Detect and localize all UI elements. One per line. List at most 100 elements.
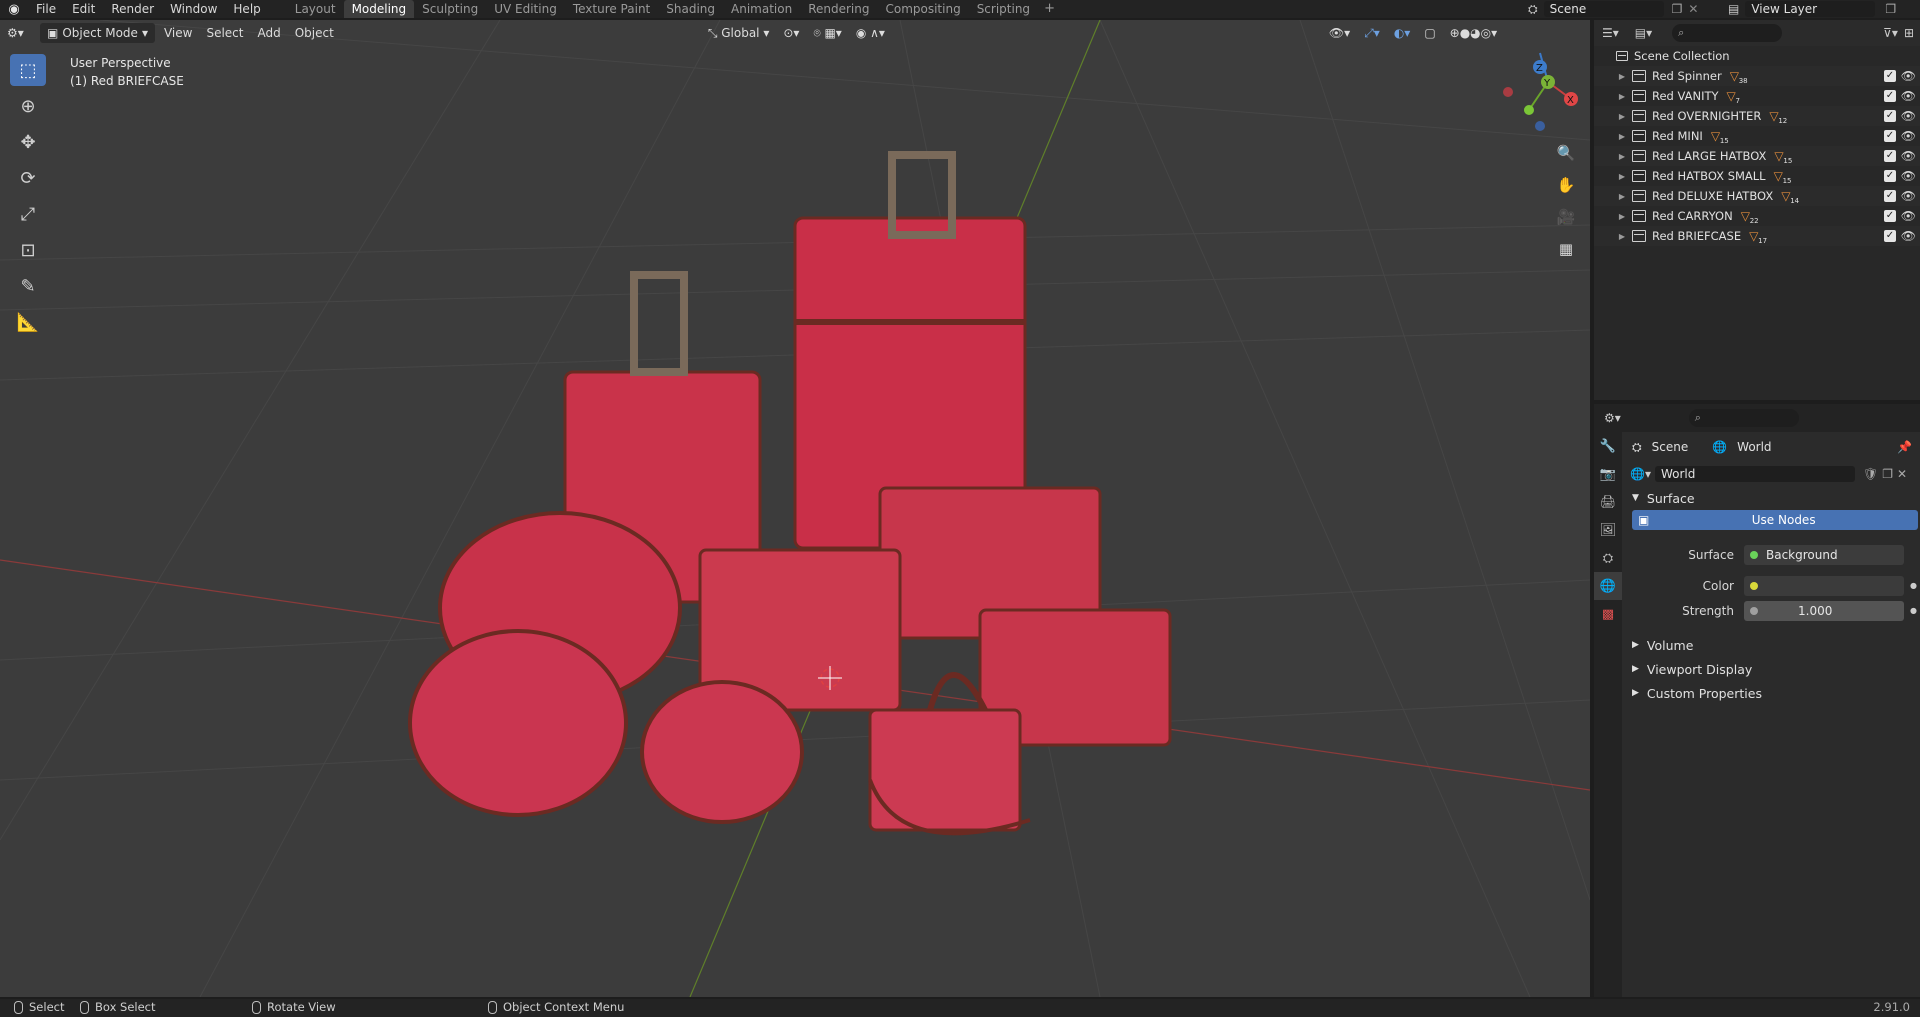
select-box-icon[interactable]: ⬚ [10, 54, 46, 86]
exclude-checkbox[interactable]: ✓ [1884, 190, 1896, 202]
viewport-display-panel-header[interactable]: ▶ Viewport Display [1624, 657, 1920, 681]
expand-icon[interactable]: ▶ [1616, 232, 1628, 241]
view-layer-tab-icon[interactable]: 🖼 [1594, 516, 1622, 544]
eye-icon[interactable]: 👁 [1901, 129, 1916, 143]
output-tab-icon[interactable]: 🖨 [1594, 488, 1622, 516]
eye-icon[interactable]: 👁 [1901, 89, 1916, 103]
outliner-item[interactable]: ▶ Red OVERNIGHTER ▽ 12 ✓ 👁 [1594, 106, 1920, 126]
menu-help[interactable]: Help [225, 0, 268, 18]
menu-render[interactable]: Render [103, 0, 162, 18]
3d-viewport[interactable]: X Z Y ⚙▾ ▣ Object Mode ▾ View Select Add… [0, 20, 1590, 997]
outliner-editor-icon[interactable]: ☰▾ [1602, 26, 1619, 40]
display-mode-icon[interactable]: ▤▾ [1635, 26, 1652, 40]
expand-icon[interactable]: ▶ [1616, 72, 1628, 81]
menu-add[interactable]: Add [250, 23, 287, 43]
duplicate-icon[interactable]: ❐ [1882, 467, 1893, 481]
menu-file[interactable]: File [28, 0, 64, 18]
tool-tab-icon[interactable]: 🔧 [1594, 432, 1622, 460]
properties-editor-icon[interactable]: ⚙▾ [1604, 411, 1621, 425]
world-name-field[interactable]: World [1654, 466, 1855, 482]
outliner-search-input[interactable]: ⌕ [1672, 24, 1783, 42]
pivot-icon[interactable]: ⊙▾ [776, 23, 806, 43]
editor-type-icon[interactable]: ⚙▾ [0, 23, 40, 43]
rotate-icon[interactable]: ⟳ [10, 162, 46, 194]
outliner-item[interactable]: ▶ Red VANITY ▽ 7 ✓ 👁 [1594, 86, 1920, 106]
camera-icon[interactable]: 🎥 [1553, 204, 1579, 230]
measure-icon[interactable]: 📐 [10, 306, 46, 338]
exclude-checkbox[interactable]: ✓ [1884, 70, 1896, 82]
outliner-item[interactable]: ▶ Red HATBOX SMALL ▽ 15 ✓ 👁 [1594, 166, 1920, 186]
xray-icon[interactable]: ▢ [1417, 23, 1442, 43]
unlink-icon[interactable]: ✕ [1897, 467, 1907, 481]
expand-icon[interactable]: ▶ [1616, 92, 1628, 101]
pan-hand-icon[interactable]: ✋ [1553, 172, 1579, 198]
world-tab-icon[interactable]: 🌐 [1594, 572, 1622, 600]
eye-icon[interactable]: 👁 [1901, 209, 1916, 223]
menu-edit[interactable]: Edit [64, 0, 103, 18]
exclude-checkbox[interactable]: ✓ [1884, 130, 1896, 142]
visibility-icon[interactable]: 👁▾ [1322, 23, 1357, 43]
exclude-checkbox[interactable]: ✓ [1884, 230, 1896, 242]
expand-icon[interactable]: ▶ [1616, 112, 1628, 121]
scene-selector[interactable]: ⛭ Scene ❐ ✕ [1528, 0, 1718, 18]
expand-icon[interactable]: ▶ [1616, 212, 1628, 221]
eye-icon[interactable]: 👁 [1901, 109, 1916, 123]
menu-view[interactable]: View [157, 23, 199, 43]
properties-search-input[interactable]: ⌕ [1688, 409, 1799, 427]
expand-icon[interactable]: ▶ [1616, 172, 1628, 181]
volume-panel-header[interactable]: ▶ Volume [1624, 633, 1920, 657]
tab-sculpting[interactable]: Sculpting [414, 0, 486, 18]
scene-name-field[interactable]: Scene [1543, 1, 1664, 17]
shading-modes-icon[interactable]: ⊕●◕◎▾ [1443, 23, 1505, 43]
snap-icon[interactable]: ⌾ ▦▾ [806, 23, 848, 43]
outliner-item[interactable]: ▶ Red CARRYON ▽ 22 ✓ 👁 [1594, 206, 1920, 226]
keyframe-dot-icon[interactable]: ● [1910, 581, 1917, 590]
surface-panel-header[interactable]: ▼ Surface [1624, 486, 1920, 510]
use-nodes-button[interactable]: ▣ Use Nodes [1632, 510, 1918, 530]
tab-compositing[interactable]: Compositing [877, 0, 968, 18]
tab-animation[interactable]: Animation [723, 0, 800, 18]
copy-layer-icon[interactable]: ❐ [1885, 2, 1896, 16]
tab-modeling[interactable]: Modeling [343, 0, 415, 18]
transform-icon[interactable]: ⊡ [10, 234, 46, 266]
exclude-checkbox[interactable]: ✓ [1884, 210, 1896, 222]
expand-icon[interactable]: ▶ [1616, 152, 1628, 161]
eye-icon[interactable]: 👁 [1901, 229, 1916, 243]
expand-icon[interactable]: ▶ [1616, 132, 1628, 141]
mode-selector[interactable]: ▣ Object Mode ▾ [40, 23, 155, 43]
scene-tab-icon[interactable]: ⛭ [1594, 544, 1622, 572]
tab-uv-editing[interactable]: UV Editing [486, 0, 565, 18]
exclude-checkbox[interactable]: ✓ [1884, 170, 1896, 182]
exclude-checkbox[interactable]: ✓ [1884, 90, 1896, 102]
scale-icon[interactable]: ⤢ [10, 198, 46, 230]
outliner-item[interactable]: ▶ Red LARGE HATBOX ▽ 15 ✓ 👁 [1594, 146, 1920, 166]
tab-texture-paint[interactable]: Texture Paint [565, 0, 658, 18]
eye-icon[interactable]: 👁 [1901, 69, 1916, 83]
cursor-icon[interactable]: ⊕ [10, 90, 46, 122]
exclude-checkbox[interactable]: ✓ [1884, 110, 1896, 122]
fake-user-icon[interactable]: 🛡 [1863, 467, 1878, 481]
outliner-item[interactable]: ▶ Red BRIEFCASE ▽ 17 ✓ 👁 [1594, 226, 1920, 246]
outliner-item[interactable]: ▶ Red MINI ▽ 15 ✓ 👁 [1594, 126, 1920, 146]
ortho-grid-icon[interactable]: ▦ [1553, 236, 1579, 262]
eye-icon[interactable]: 👁 [1901, 149, 1916, 163]
new-collection-icon[interactable]: ⊞ [1904, 26, 1914, 40]
overlay-toggle-icon[interactable]: ◐▾ [1387, 23, 1418, 43]
proportional-edit-icon[interactable]: ◉ ∧▾ [849, 23, 892, 43]
outliner-item[interactable]: ▶ Red DELUXE HATBOX ▽ 14 ✓ 👁 [1594, 186, 1920, 206]
exclude-checkbox[interactable]: ✓ [1884, 150, 1896, 162]
pin-icon[interactable]: 📌 [1897, 440, 1912, 454]
view-layer-field[interactable]: View Layer [1745, 1, 1876, 17]
texture-tab-icon[interactable]: ▩ [1594, 600, 1622, 628]
copy-scene-icon[interactable]: ❐ [1672, 2, 1683, 16]
world-browse-icon[interactable]: 🌐▾ [1630, 467, 1651, 481]
gizmo-toggle-icon[interactable]: ⤢▾ [1357, 23, 1387, 43]
custom-properties-panel-header[interactable]: ▶ Custom Properties [1624, 681, 1920, 705]
color-swatch[interactable] [1744, 575, 1904, 596]
view-layer-selector[interactable]: ▤ View Layer ❐ [1720, 0, 1920, 18]
filter-icon[interactable]: ⊽▾ [1883, 26, 1898, 40]
tab-scripting[interactable]: Scripting [969, 0, 1038, 18]
expand-icon[interactable]: ▶ [1616, 192, 1628, 201]
delete-scene-icon[interactable]: ✕ [1688, 2, 1698, 16]
keyframe-dot-icon[interactable]: ● [1910, 606, 1917, 615]
